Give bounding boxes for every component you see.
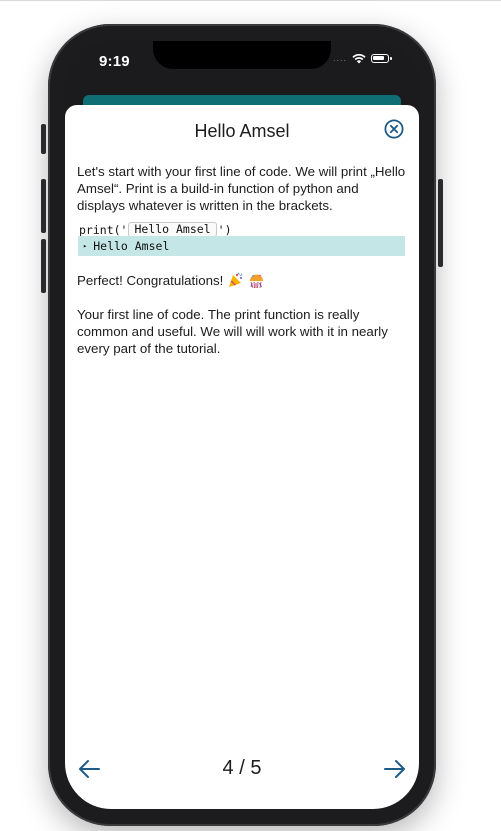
- top-divider: [0, 0, 501, 1]
- screen: 9:19 .... Hello Amsel Let's start with y…: [65, 41, 419, 809]
- lesson-sheet: Hello Amsel Let's start with your first …: [65, 105, 419, 809]
- phone-frame: 9:19 .... Hello Amsel Let's start with y…: [41, 24, 443, 826]
- output-marker-icon: ▸: [83, 242, 88, 250]
- wifi-icon: [352, 53, 366, 64]
- signal-dots: ....: [332, 53, 347, 63]
- console-output: ▸ Hello Amsel: [78, 236, 405, 256]
- code-string-token[interactable]: Hello Amsel: [128, 222, 217, 237]
- code-line: print(' Hello Amsel '): [79, 222, 232, 237]
- battery-icon: [371, 54, 392, 63]
- status-icons: ....: [332, 53, 392, 64]
- party-popper-icon: [229, 272, 243, 287]
- volume-down-button: [41, 239, 46, 293]
- code-suffix: '): [217, 222, 232, 237]
- output-text: Hello Amsel: [93, 239, 170, 253]
- close-icon[interactable]: [384, 119, 404, 139]
- power-button: [438, 179, 443, 267]
- volume-up-button: [41, 179, 46, 233]
- lesson-title: Hello Amsel: [194, 121, 290, 141]
- arrow-right-icon[interactable]: [381, 757, 407, 781]
- notch: [153, 41, 331, 69]
- page-indicator: 4 / 5: [222, 757, 262, 779]
- praise-line: Perfect! Congratulations!: [77, 272, 409, 289]
- praise-text: Perfect! Congratulations!: [77, 273, 224, 288]
- mute-switch: [41, 124, 46, 154]
- intro-paragraph: Let's start with your first line of code…: [77, 164, 406, 213]
- code-prefix: print(': [79, 222, 128, 237]
- status-time: 9:19: [99, 53, 130, 70]
- explanation-paragraph: Your first line of code. The print funct…: [77, 307, 388, 356]
- confetti-ball-icon: [250, 274, 264, 289]
